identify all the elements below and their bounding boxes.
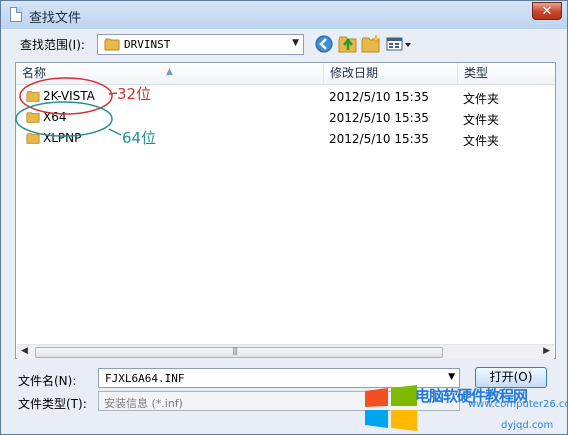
windows-logo-icon — [365, 385, 417, 431]
column-type-label: 类型 — [464, 66, 489, 80]
column-name-header[interactable]: 名称 ▲ — [16, 63, 324, 84]
file-row-x64[interactable]: X64 2012/5/10 15:35 文件夹 — [16, 108, 555, 128]
new-folder-icon[interactable] — [360, 34, 382, 54]
folder-icon — [26, 91, 40, 102]
file-date: 2012/5/10 15:35 — [329, 111, 429, 125]
file-type: 文件夹 — [463, 92, 500, 106]
chevron-down-icon[interactable]: ▼ — [448, 372, 455, 382]
column-date-label: 修改日期 — [330, 66, 379, 80]
watermark-url-secondary: dyjqd.com — [501, 420, 554, 431]
column-name-label: 名称 — [22, 66, 47, 80]
file-name-label: 文件名(N): — [18, 374, 77, 388]
file-type-label: 文件类型(T): — [18, 397, 87, 411]
file-type-value: 安装信息 (*.inf) — [104, 397, 183, 410]
watermark-url: www.computer26.com — [468, 399, 568, 410]
chevron-down-icon[interactable]: ▼ — [292, 38, 299, 48]
document-icon — [10, 7, 22, 22]
look-in-value: DRVINST — [124, 38, 171, 51]
grip-icon: ||| — [232, 346, 238, 355]
file-date: 2012/5/10 15:35 — [329, 132, 429, 146]
annotation-32bit: 32位 — [117, 85, 152, 103]
file-type: 文件夹 — [463, 113, 500, 127]
title-bar: 查找文件 ✕ — [1, 1, 567, 29]
folder-icon — [26, 112, 40, 123]
folder-icon — [104, 38, 120, 51]
window-title: 查找文件 — [29, 11, 82, 26]
view-menu-icon[interactable] — [385, 34, 413, 54]
file-row-xlpnp[interactable]: XLPNP 2012/5/10 15:35 文件夹 — [16, 129, 555, 149]
look-in-dropdown[interactable]: DRVINST ▼ — [97, 34, 304, 55]
scroll-right-icon[interactable]: ▶ — [543, 346, 550, 356]
file-row-2k-vista[interactable]: 2K-VISTA 2012/5/10 15:35 文件夹 — [16, 87, 555, 107]
horizontal-scrollbar[interactable]: ◀ ||| ▶ — [17, 344, 554, 359]
file-type: 文件夹 — [463, 134, 500, 148]
close-icon: ✕ — [541, 4, 553, 19]
column-type-header[interactable]: 类型 — [458, 63, 555, 84]
file-name: 2K-VISTA — [43, 89, 95, 103]
file-name-value: FJXL6A64.INF — [105, 372, 185, 385]
look-in-label: 查找范围(I): — [20, 38, 85, 52]
annotation-64bit: 64位 — [122, 129, 157, 147]
scrollbar-thumb[interactable]: ||| — [35, 346, 443, 358]
file-list[interactable]: 名称 ▲ 修改日期 类型 2K-VISTA 2012/5/10 15:35 文件… — [15, 62, 556, 359]
scroll-left-icon[interactable]: ◀ — [21, 346, 28, 356]
close-button[interactable]: ✕ — [532, 2, 562, 20]
find-file-dialog: 查找文件 ✕ 查找范围(I): DRVINST ▼ 名称 ▲ 修改日期 类型 2… — [0, 0, 568, 435]
column-date-header[interactable]: 修改日期 — [324, 63, 458, 84]
column-header: 名称 ▲ 修改日期 类型 — [16, 63, 555, 85]
back-icon[interactable] — [313, 34, 335, 54]
file-name: X64 — [43, 110, 67, 124]
folder-icon — [26, 133, 40, 144]
up-folder-icon[interactable] — [337, 34, 359, 54]
sort-ascending-icon: ▲ — [166, 67, 173, 77]
file-date: 2012/5/10 15:35 — [329, 90, 429, 104]
file-name: XLPNP — [43, 131, 82, 145]
